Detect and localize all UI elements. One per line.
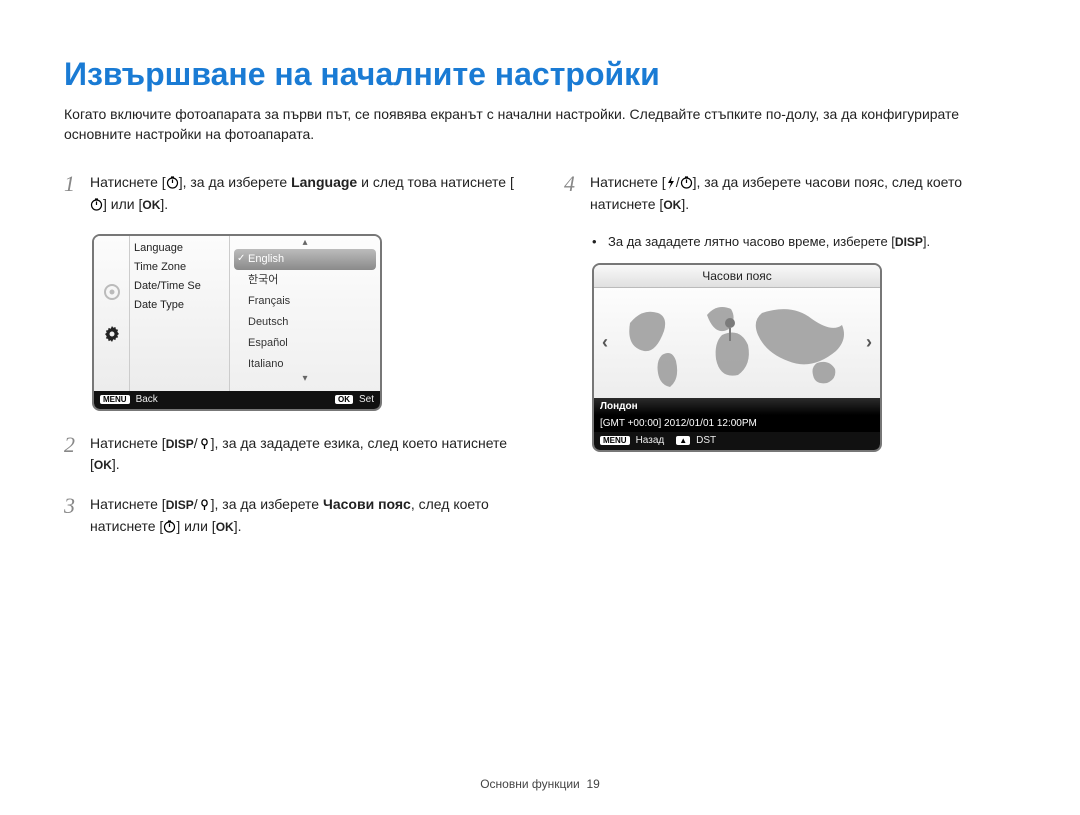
- timezone-screen: Часови пояс ‹: [592, 263, 882, 452]
- step-number: 2: [64, 433, 90, 476]
- step-2: 2 Натиснете [DISP/], за да зададете език…: [64, 433, 516, 476]
- step-text: Натиснете [DISP/], за да зададете езика,…: [90, 433, 516, 476]
- chevron-left-icon[interactable]: ‹: [602, 332, 608, 353]
- step-4: 4 Натиснете [/], за да изберете часови п…: [564, 172, 1016, 215]
- language-option[interactable]: Italiano: [234, 354, 376, 375]
- ok-icon: OK: [216, 520, 234, 534]
- step-3: 3 Натиснете [DISP/], за да изберете Часо…: [64, 494, 516, 537]
- gmt-bar: [GMT +00:00] 2012/01/01 12:00PM: [594, 415, 880, 432]
- gmt-text: [GMT +00:00] 2012/01/01 12:00PM: [600, 418, 757, 429]
- ok-icon: OK: [94, 458, 112, 472]
- settings-menu: Language Time Zone Date/Time Se Date Typ…: [130, 236, 230, 391]
- step-number: 3: [64, 494, 90, 537]
- language-option[interactable]: 한국어: [234, 270, 376, 291]
- timezone-title: Часови пояс: [594, 265, 880, 288]
- set-label: Set: [359, 394, 374, 405]
- step-number: 1: [64, 172, 90, 215]
- step-4-note: • За да зададете лятно часово време, изб…: [592, 234, 1016, 249]
- location-bar: Лондон: [594, 398, 880, 415]
- language-screen: Language Time Zone Date/Time Se Date Typ…: [92, 234, 382, 411]
- gear-dark-icon: [103, 325, 121, 343]
- scroll-up-icon[interactable]: ▴: [234, 239, 376, 249]
- macro-icon: [198, 437, 211, 450]
- scroll-down-icon[interactable]: ▾: [234, 375, 376, 385]
- macro-icon: [198, 498, 211, 511]
- screen-footer: MENU Назад ▲ DST: [594, 432, 880, 450]
- menu-item[interactable]: Date Type: [134, 299, 225, 311]
- location-name: Лондон: [600, 401, 638, 412]
- world-map: ‹ ›: [594, 288, 880, 398]
- timer-icon: [90, 198, 103, 211]
- sidebar-icons: [94, 236, 130, 391]
- up-arrow-tag: ▲: [676, 436, 690, 445]
- menu-tag: MENU: [600, 436, 630, 445]
- menu-item[interactable]: Date/Time Se: [134, 280, 225, 292]
- menu-item[interactable]: Language: [134, 242, 225, 254]
- dst-label: DST: [696, 435, 716, 446]
- right-column: 4 Натиснете [/], за да изберете часови п…: [564, 172, 1016, 555]
- left-column: 1 Натиснете [], за да изберете Language …: [64, 172, 516, 555]
- language-option[interactable]: Español: [234, 333, 376, 354]
- disp-icon: DISP: [895, 235, 923, 249]
- ok-tag: OK: [335, 395, 353, 404]
- menu-item[interactable]: Time Zone: [134, 261, 225, 273]
- screen-footer: MENU Back OK Set: [94, 391, 380, 409]
- disp-icon: DISP: [166, 437, 194, 451]
- content-columns: 1 Натиснете [], за да изберете Language …: [64, 172, 1016, 555]
- intro-text: Когато включите фотоапарата за първи път…: [64, 105, 1016, 144]
- flash-icon: [666, 176, 676, 189]
- step-1: 1 Натиснете [], за да изберете Language …: [64, 172, 516, 215]
- menu-tag: MENU: [100, 395, 130, 404]
- timer-icon: [163, 520, 176, 533]
- back-label: Назад: [636, 435, 665, 446]
- ok-icon: OK: [142, 198, 160, 212]
- ok-icon: OK: [663, 198, 681, 212]
- chevron-right-icon[interactable]: ›: [866, 332, 872, 353]
- gear-light-icon: [103, 283, 121, 301]
- step-text: Натиснете [DISP/], за да изберете Часови…: [90, 494, 516, 537]
- page-title: Извършване на началните настройки: [64, 56, 1016, 93]
- world-map-graphic: [594, 288, 880, 398]
- language-option-selected[interactable]: English: [234, 249, 376, 270]
- timer-icon: [680, 176, 693, 189]
- language-option[interactable]: Français: [234, 291, 376, 312]
- back-label: Back: [136, 394, 158, 405]
- language-option[interactable]: Deutsch: [234, 312, 376, 333]
- timer-icon: [166, 176, 179, 189]
- disp-icon: DISP: [166, 498, 194, 512]
- step-text: Натиснете [/], за да изберете часови поя…: [590, 172, 1016, 215]
- step-number: 4: [564, 172, 590, 215]
- language-list: ▴ English 한국어 Français Deutsch Español I…: [230, 236, 380, 391]
- step-text: Натиснете [], за да изберете Language и …: [90, 172, 516, 215]
- page-footer: Основни функции 19: [0, 777, 1080, 791]
